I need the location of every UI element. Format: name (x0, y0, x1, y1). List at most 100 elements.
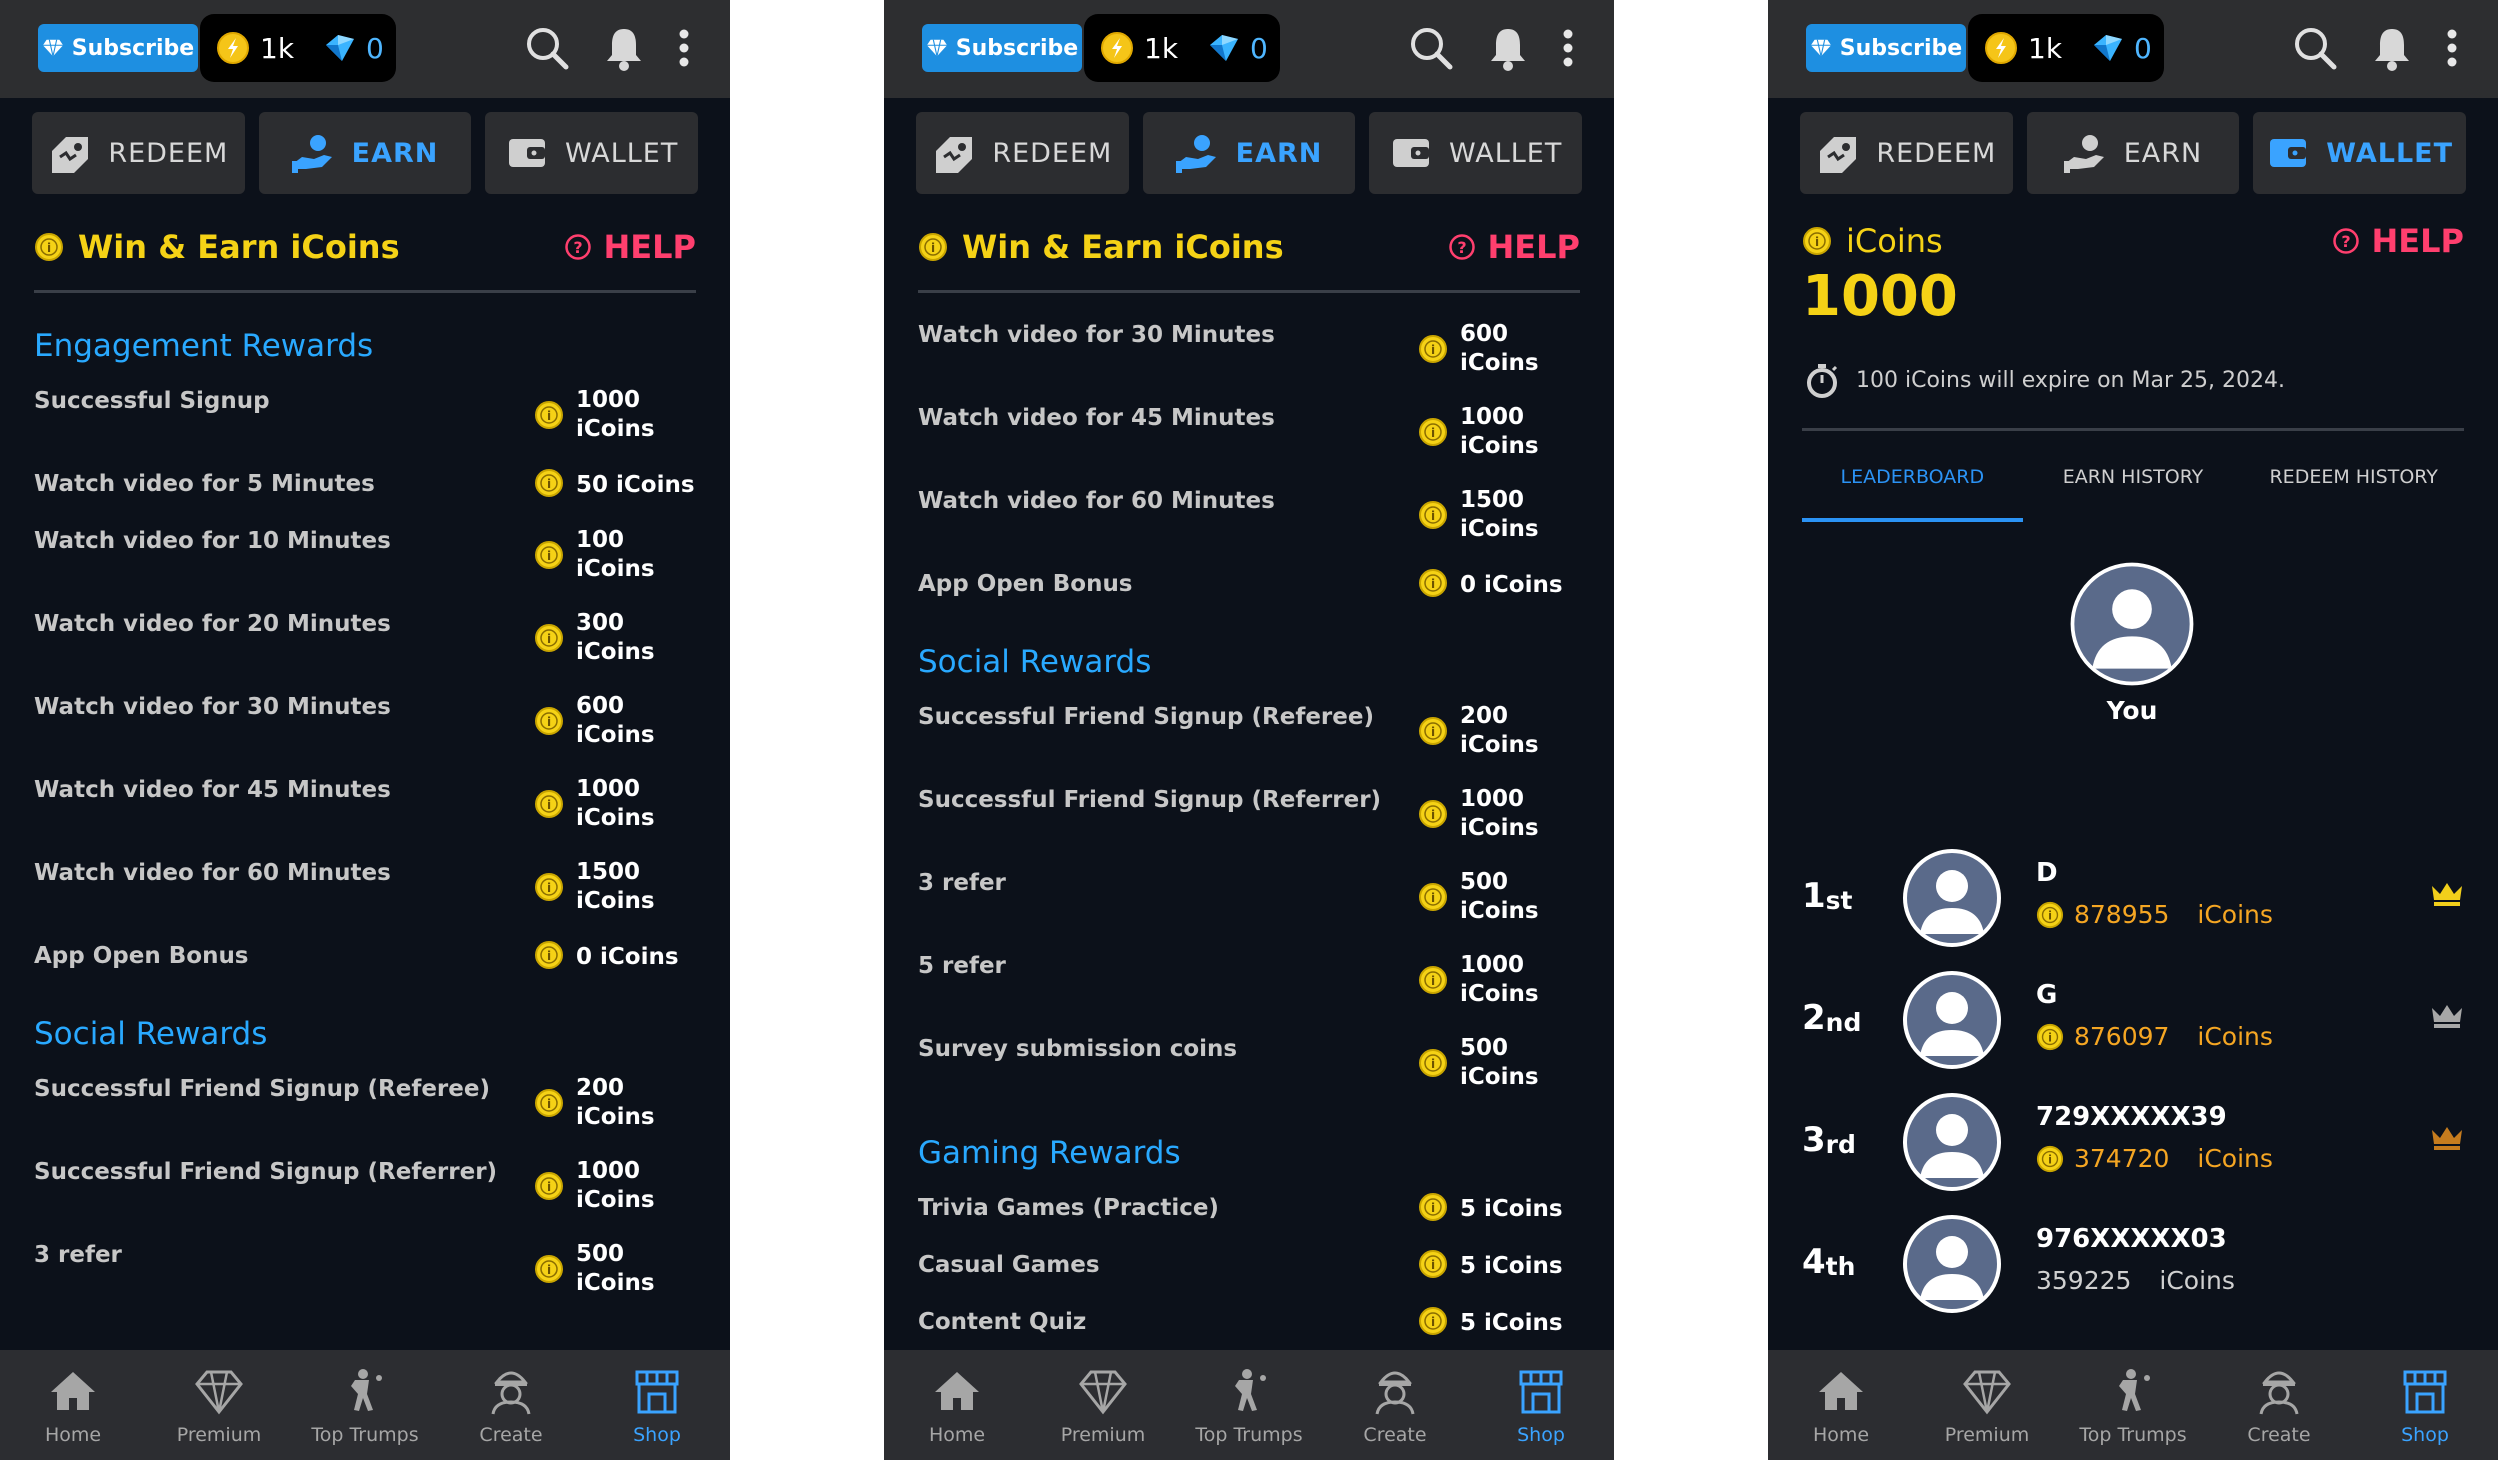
tab-wallet[interactable]: WALLET (485, 112, 699, 194)
leaderboard-row[interactable]: 1st D i 878955 iCoins (1802, 848, 2464, 952)
avatar (1903, 971, 2001, 1069)
nav-home[interactable]: Home (0, 1350, 146, 1460)
search-icon[interactable] (2292, 25, 2338, 71)
search-icon[interactable] (1408, 25, 1454, 71)
tab-wallet[interactable]: WALLET (1369, 112, 1583, 194)
reward-row[interactable]: Survey submission coins i 500 iCoins (918, 1030, 1580, 1113)
tab-earn[interactable]: EARN (258, 112, 472, 194)
reward-row[interactable]: Successful Friend Signup (Referee) i 200… (34, 1070, 696, 1153)
leaderboard-row[interactable]: 4th 976XXXXX03 359225 iCoins (1802, 1214, 2464, 1318)
nav-premium[interactable]: Premium (1914, 1350, 2060, 1460)
tab-earn[interactable]: EARN (1142, 112, 1356, 194)
reward-row[interactable]: Successful Signup i 1000 iCoins (34, 382, 696, 465)
more-vertical-icon[interactable] (2446, 28, 2458, 68)
reward-row[interactable]: 3 refer i 500 iCoins (918, 864, 1580, 947)
nav-create[interactable]: Create (1322, 1350, 1468, 1460)
help-icon: ? (564, 234, 591, 260)
help-link[interactable]: ? HELP (1448, 228, 1580, 266)
crown-icon (2432, 1005, 2462, 1028)
reward-row[interactable]: 5 refer i 1000 iCoins (918, 947, 1580, 1030)
top-actions (1408, 20, 1574, 76)
reward-amount: 50 iCoins (576, 465, 695, 500)
tab-redeem[interactable]: REDEEM (916, 112, 1129, 194)
coin-icon: i (535, 1089, 563, 1117)
tab-wallet-label: WALLET (1449, 137, 1563, 169)
more-vertical-icon[interactable] (678, 28, 690, 68)
search-icon[interactable] (524, 25, 570, 71)
bell-icon[interactable] (604, 25, 644, 71)
coin-icon: i (535, 707, 563, 735)
leaderboard-row[interactable]: 3rd 729XXXXX39 i 374720 iCoins (1802, 1092, 2464, 1196)
reward-row[interactable]: Successful Friend Signup (Referee) i 200… (918, 698, 1580, 781)
reward-row[interactable]: Casual Games i 5 iCoins (918, 1246, 1580, 1303)
tab-wallet-label: WALLET (2326, 137, 2454, 169)
nav-shop[interactable]: Shop (1468, 1350, 1614, 1460)
nav-create[interactable]: Create (438, 1350, 584, 1460)
reward-row[interactable]: Watch video for 30 Minutes i 600 iCoins (34, 688, 696, 771)
reward-row[interactable]: Watch video for 45 Minutes i 1000 iCoins (34, 771, 696, 854)
subscribe-button[interactable]: Subscribe (1806, 24, 1966, 72)
reward-value: i 1000 iCoins (534, 382, 696, 444)
balance-pill[interactable]: 1k 0 (1084, 14, 1280, 82)
reward-label: 3 refer (34, 1242, 122, 1268)
nav-top-trumps[interactable]: Top Trumps (2060, 1350, 2206, 1460)
nav-premium[interactable]: Premium (146, 1350, 292, 1460)
reward-row[interactable]: Trivia Games (Practice) i 5 iCoins (918, 1189, 1580, 1246)
coin-icon: i (535, 401, 563, 429)
reward-row[interactable]: 3 refer i 500 iCoins (34, 1236, 696, 1319)
rewards-list[interactable]: Watch video for 30 Minutes i 600 iCoins W… (918, 316, 1580, 1360)
balance-pill[interactable]: 1k 0 (200, 14, 396, 82)
nav-top-trumps[interactable]: Top Trumps (292, 1350, 438, 1460)
balance-pill[interactable]: 1k 0 (1968, 14, 2164, 82)
bell-icon[interactable] (2372, 25, 2412, 71)
reward-row[interactable]: Watch video for 45 Minutes i 1000 iCoins (918, 399, 1580, 482)
reward-row[interactable]: App Open Bonus i 0 iCoins (34, 937, 696, 994)
tab-earn[interactable]: EARN (2026, 112, 2240, 194)
reward-label: Watch video for 5 Minutes (34, 471, 375, 497)
subscribe-label: Subscribe (1839, 35, 1963, 61)
nav-top-trumps[interactable]: Top Trumps (1176, 1350, 1322, 1460)
nav-create[interactable]: Create (2206, 1350, 2352, 1460)
nav-home[interactable]: Home (884, 1350, 1030, 1460)
reward-amount: 1500 iCoins (576, 858, 655, 916)
tab-leaderboard[interactable]: LEADERBOARD (1802, 452, 2023, 522)
reward-label: 3 refer (918, 870, 1006, 896)
leaderboard-row[interactable]: 2nd G i 876097 iCoins (1802, 970, 2464, 1074)
nav-label: Create (479, 1424, 543, 1446)
reward-row[interactable]: Successful Friend Signup (Referrer) i 10… (918, 781, 1580, 864)
tab-wallet[interactable]: WALLET (2253, 112, 2467, 194)
reward-amount-number: 1500 (1460, 487, 1525, 513)
reward-label: Watch video for 30 Minutes (34, 694, 391, 720)
help-link[interactable]: ? HELP (2332, 222, 2464, 260)
tab-redeem-history[interactable]: REDEEM HISTORY (2243, 452, 2464, 522)
wallet-icon (2270, 139, 2307, 167)
reward-row[interactable]: Watch video for 20 Minutes i 300 iCoins (34, 605, 696, 688)
tab-earn-history[interactable]: EARN HISTORY (2023, 452, 2244, 522)
reward-row[interactable]: Watch video for 30 Minutes i 600 iCoins (918, 316, 1580, 399)
tab-redeem[interactable]: REDEEM (1800, 112, 2013, 194)
reward-label: Successful Friend Signup (Referrer) (34, 1159, 498, 1185)
nav-shop[interactable]: Shop (584, 1350, 730, 1460)
svg-text:i: i (547, 409, 551, 423)
reward-row[interactable]: App Open Bonus i 0 iCoins (918, 565, 1580, 622)
diamond-icon (1963, 1370, 2011, 1415)
nav-premium[interactable]: Premium (1030, 1350, 1176, 1460)
subscribe-button[interactable]: Subscribe (38, 24, 198, 72)
nav-home[interactable]: Home (1768, 1350, 1914, 1460)
reward-row[interactable]: Successful Friend Signup (Referrer) i 10… (34, 1153, 696, 1236)
reward-amount-number: 1000 (576, 776, 641, 802)
nav-shop[interactable]: Shop (2352, 1350, 2498, 1460)
rank-suffix: nd (1825, 1008, 1862, 1037)
help-link[interactable]: ? HELP (564, 228, 696, 266)
you-profile[interactable]: You (2070, 562, 2194, 725)
reward-row[interactable]: Watch video for 10 Minutes i 100 iCoins (34, 522, 696, 605)
tab-redeem[interactable]: REDEEM (32, 112, 245, 194)
reward-row[interactable]: Watch video for 5 Minutes i 50 iCoins (34, 465, 696, 522)
subscribe-button[interactable]: Subscribe (922, 24, 1082, 72)
reward-amount-unit: iCoins (600, 944, 679, 970)
reward-row[interactable]: Watch video for 60 Minutes i 1500 iCoins (34, 854, 696, 937)
bell-icon[interactable] (1488, 25, 1528, 71)
reward-row[interactable]: Watch video for 60 Minutes i 1500 iCoins (918, 482, 1580, 565)
rewards-list[interactable]: Engagement Rewards Successful Signup i 1… (34, 306, 696, 1319)
more-vertical-icon[interactable] (1562, 28, 1574, 68)
